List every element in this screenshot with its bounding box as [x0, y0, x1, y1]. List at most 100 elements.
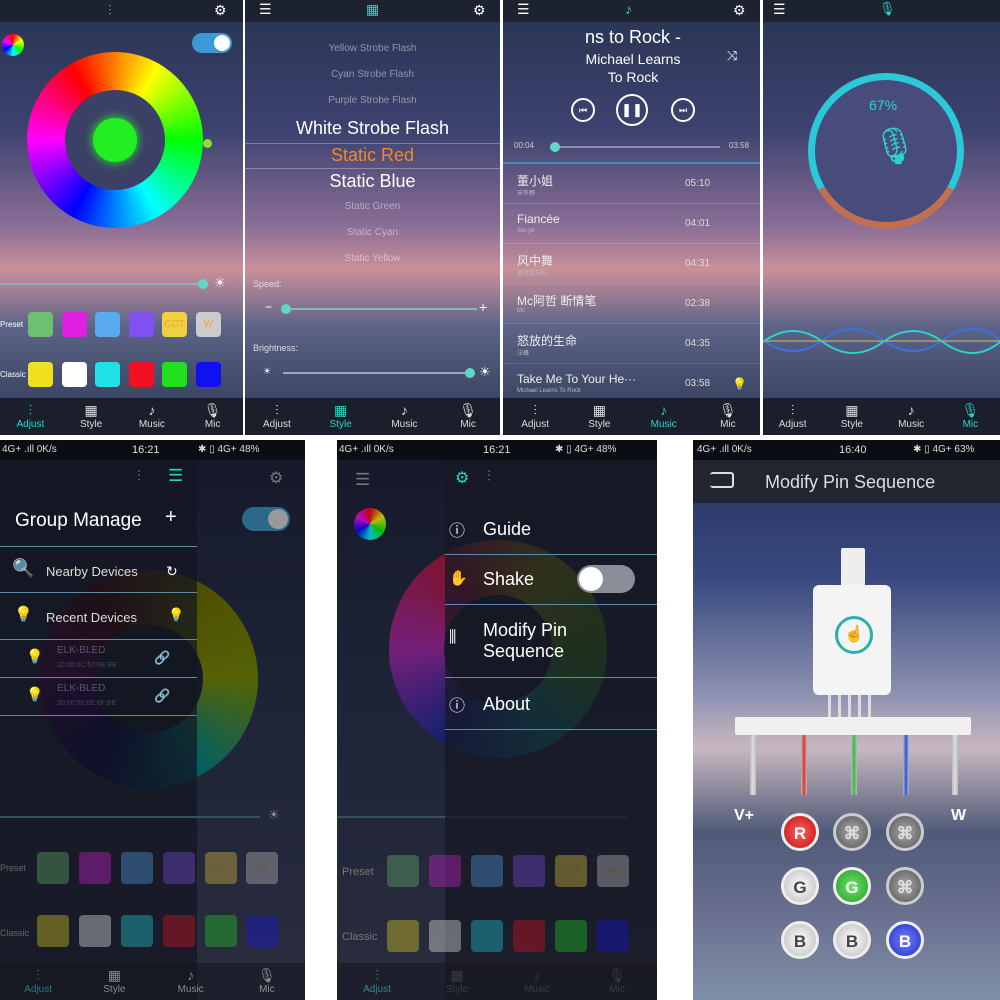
microphone-icon[interactable]: 🎙	[879, 1, 896, 17]
speed-minus-button[interactable]: −	[265, 300, 272, 314]
color-swatch[interactable]	[429, 855, 461, 887]
tab-style[interactable]: ▦Style	[76, 963, 152, 1000]
color-swatch[interactable]	[79, 915, 111, 947]
gear-icon[interactable]: ⚙	[473, 2, 486, 19]
style-item[interactable]: Yellow Strobe Flash	[245, 43, 500, 54]
list-icon[interactable]: ☰	[355, 470, 370, 490]
tab-style[interactable]: ▦Style	[61, 398, 122, 435]
brightness-slider[interactable]	[283, 368, 475, 378]
color-swatch[interactable]	[129, 312, 154, 337]
color-swatch[interactable]	[95, 362, 120, 387]
style-item[interactable]: Static Blue	[245, 171, 500, 192]
tab-music[interactable]: ♪Music	[153, 963, 229, 1000]
device-row[interactable]: 💡 ELK-BLED 20:00:0C:57:6E:BE 🔗	[0, 640, 197, 678]
sliders-icon[interactable]: ⫶	[137, 468, 141, 485]
tab-adjust[interactable]: ⫶ Adjust	[763, 398, 822, 435]
style-item[interactable]: Purple Strobe Flash	[245, 95, 500, 106]
color-swatch[interactable]	[163, 852, 195, 884]
color-swatch[interactable]	[555, 920, 587, 952]
style-item[interactable]: White Strobe Flash	[245, 118, 500, 139]
song-row[interactable]: Fiancée Sur-jor 04:01	[503, 204, 760, 244]
song-row[interactable]: 怒放的生命 汪峰 04:35	[503, 324, 760, 364]
color-swatch[interactable]	[471, 855, 503, 887]
color-picker-icon[interactable]	[2, 34, 24, 56]
color-swatch[interactable]	[429, 920, 461, 952]
menu-icon[interactable]: ☰	[517, 1, 530, 18]
refresh-icon[interactable]: ↻	[166, 563, 178, 580]
progress-slider[interactable]	[550, 142, 720, 152]
color-swatch[interactable]: W	[196, 312, 221, 337]
song-row[interactable]: 风中舞 蓝冰雪乐队 04:31	[503, 244, 760, 284]
tab-adjust[interactable]: ⫶ Adjust	[503, 398, 567, 435]
music-note-icon[interactable]: ♪	[625, 1, 632, 17]
power-toggle[interactable]	[242, 507, 290, 531]
pin-button[interactable]: G	[833, 867, 871, 905]
tab-adjust[interactable]: ⫶ Adjust	[0, 963, 76, 1000]
add-group-button[interactable]: +	[165, 506, 177, 529]
sliders-icon[interactable]: ⫶	[487, 468, 491, 485]
menu-item-modify-pin-sequence[interactable]: ⫼ Modify Pin Sequence	[445, 605, 657, 678]
tab-music[interactable]: ♪Music	[632, 398, 696, 435]
tab-mic[interactable]: 🎙Mic	[696, 398, 760, 435]
brightness-slider[interactable]	[0, 279, 208, 289]
color-swatch[interactable]	[28, 312, 53, 337]
style-item[interactable]: Static Green	[245, 201, 500, 212]
tab-mic[interactable]: 🎙Mic	[941, 398, 1000, 435]
link-icon[interactable]: 🔗	[154, 650, 170, 666]
pin-button[interactable]: R	[781, 813, 819, 851]
link-icon[interactable]: 🔗	[154, 688, 170, 704]
song-row[interactable]: 董小姐 宋冬野 05:10	[503, 164, 760, 204]
tab-mic[interactable]: 🎙Mic	[436, 398, 500, 435]
tab-music[interactable]: ♪Music	[373, 398, 437, 435]
style-item[interactable]: Static Red	[245, 145, 500, 166]
pin-button[interactable]: ⌘	[886, 867, 924, 905]
pin-button[interactable]: B	[781, 921, 819, 959]
color-swatch[interactable]: W	[246, 852, 278, 884]
gear-icon[interactable]: ⚙	[733, 2, 746, 19]
style-item[interactable]: Static Cyan	[245, 227, 500, 238]
color-swatch[interactable]	[513, 920, 545, 952]
tab-music[interactable]: ♪Music	[122, 398, 183, 435]
shuffle-icon[interactable]: ⤨	[727, 48, 737, 64]
pin-button[interactable]: B	[833, 921, 871, 959]
tab-style[interactable]: ▦Style	[309, 398, 373, 435]
color-swatch[interactable]	[121, 852, 153, 884]
speed-slider[interactable]	[281, 304, 477, 314]
tab-adjust[interactable]: ⫶ Adjust	[0, 398, 61, 435]
color-wheel[interactable]	[27, 52, 203, 228]
gear-icon[interactable]: ⚙	[455, 468, 469, 488]
menu-item-about[interactable]: ⓘ About	[445, 678, 657, 730]
device-row[interactable]: 💡 ELK-BLED 30:00:00:6E:6F:BE 🔗	[0, 678, 197, 716]
list-icon[interactable]: ☰	[168, 466, 183, 486]
song-row[interactable]: Mc阿哲 断情笔 Mc 02:38	[503, 284, 760, 324]
color-swatch[interactable]	[162, 362, 187, 387]
color-swatch[interactable]	[37, 915, 69, 947]
color-swatch[interactable]	[28, 362, 53, 387]
pin-button[interactable]: B	[886, 921, 924, 959]
color-swatch[interactable]	[62, 362, 87, 387]
color-swatch[interactable]	[205, 915, 237, 947]
style-item[interactable]: Cyan Strobe Flash	[245, 69, 500, 80]
tab-style[interactable]: ▦Style	[567, 398, 631, 435]
gear-icon[interactable]: ⚙	[214, 2, 227, 19]
color-picker-icon[interactable]	[354, 508, 386, 540]
menu-icon[interactable]: ☰	[773, 1, 786, 18]
sliders-icon[interactable]: ⫶	[108, 2, 112, 19]
menu-icon[interactable]: ☰	[259, 1, 272, 18]
next-button[interactable]: ⏭	[671, 98, 695, 122]
style-item[interactable]: Static Yellow	[245, 253, 500, 264]
previous-button[interactable]: ⏮	[571, 98, 595, 122]
color-swatch[interactable]: CCT	[162, 312, 187, 337]
color-swatch[interactable]	[597, 920, 629, 952]
gear-icon[interactable]: ⚙	[269, 468, 283, 488]
menu-item-shake[interactable]: ✋ Shake	[445, 555, 657, 605]
pin-button[interactable]: G	[781, 867, 819, 905]
brightness-slider[interactable]	[0, 816, 260, 818]
color-swatch[interactable]	[95, 312, 120, 337]
color-swatch[interactable]: W	[597, 855, 629, 887]
shake-toggle[interactable]	[577, 565, 635, 593]
color-swatch[interactable]	[37, 852, 69, 884]
menu-item-guide[interactable]: ⓘ Guide	[445, 505, 657, 555]
tab-style[interactable]: ▦Style	[822, 398, 881, 435]
color-swatch[interactable]	[79, 852, 111, 884]
